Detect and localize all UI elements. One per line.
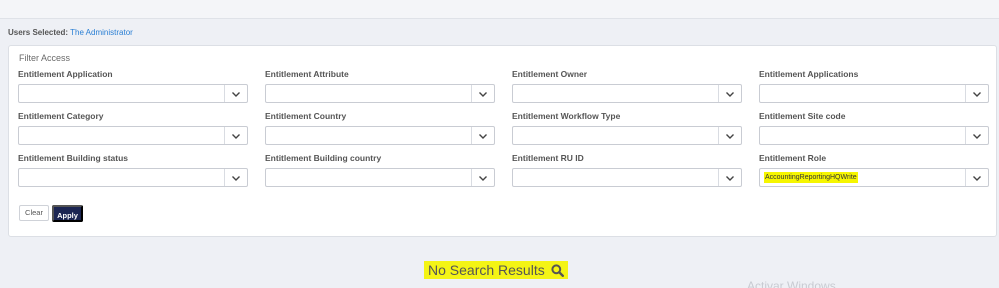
- field-entitlement-role: Entitlement Role AccountingReportingHQWr…: [759, 152, 989, 187]
- field-entitlement-site-code: Entitlement Site code: [759, 110, 989, 145]
- field-entitlement-category: Entitlement Category: [18, 110, 248, 145]
- chevron-down-icon[interactable]: [230, 88, 242, 100]
- field-label: Entitlement Owner: [512, 69, 588, 79]
- chevron-down-icon[interactable]: [724, 130, 736, 142]
- field-label: Entitlement Role: [759, 153, 827, 163]
- panel-title: Filter Access: [19, 53, 71, 63]
- no-results-text: No Search Results: [428, 262, 545, 278]
- field-label: Entitlement Applications: [759, 69, 859, 79]
- entitlement-owner-select[interactable]: [512, 84, 742, 103]
- select-divider: [965, 169, 966, 186]
- select-divider: [224, 169, 225, 186]
- chevron-down-icon[interactable]: [477, 130, 489, 142]
- field-label: Entitlement Category: [18, 111, 104, 121]
- entitlement-workflow-type-select[interactable]: [512, 126, 742, 145]
- users-selected-value[interactable]: The Administrator: [70, 28, 133, 37]
- field-label: Entitlement Site code: [759, 111, 846, 121]
- clear-button[interactable]: Clear: [19, 205, 49, 221]
- select-divider: [224, 127, 225, 144]
- filter-access-panel: Filter Access Entitlement Application En…: [8, 45, 997, 237]
- select-divider: [718, 127, 719, 144]
- entitlement-application-select[interactable]: [18, 84, 248, 103]
- entitlement-building-status-select[interactable]: [18, 168, 248, 187]
- no-search-results: No Search Results: [424, 261, 568, 279]
- chevron-down-icon[interactable]: [724, 172, 736, 184]
- chevron-down-icon[interactable]: [971, 172, 983, 184]
- chevron-down-icon[interactable]: [477, 172, 489, 184]
- entitlement-country-select[interactable]: [265, 126, 495, 145]
- apply-button[interactable]: Apply: [52, 205, 83, 222]
- field-entitlement-building-status: Entitlement Building status: [18, 152, 248, 187]
- chevron-down-icon[interactable]: [230, 172, 242, 184]
- select-value: AccountingReportingHQWrite: [764, 172, 858, 183]
- select-divider: [471, 127, 472, 144]
- users-selected-label: Users Selected:: [8, 28, 69, 37]
- entitlement-ru-id-select[interactable]: [512, 168, 742, 187]
- entitlement-building-country-select[interactable]: [265, 168, 495, 187]
- chevron-down-icon[interactable]: [230, 130, 242, 142]
- field-label: Entitlement Building status: [18, 153, 129, 163]
- select-divider: [718, 169, 719, 186]
- chevron-down-icon[interactable]: [971, 88, 983, 100]
- field-entitlement-applications: Entitlement Applications: [759, 68, 989, 103]
- entitlement-attribute-select[interactable]: [265, 84, 495, 103]
- field-label: Entitlement Attribute: [265, 69, 349, 79]
- field-entitlement-workflow-type: Entitlement Workflow Type: [512, 110, 742, 145]
- field-entitlement-building-country: Entitlement Building country: [265, 152, 495, 187]
- activate-windows-watermark: Activar Windows: [747, 279, 836, 288]
- field-label: Entitlement Country: [265, 111, 347, 121]
- field-label: Entitlement Workflow Type: [512, 111, 621, 121]
- top-bar: [0, 0, 999, 19]
- entitlement-site-code-select[interactable]: [759, 126, 989, 145]
- entitlement-role-select[interactable]: AccountingReportingHQWrite: [759, 168, 989, 187]
- field-label: Entitlement RU ID: [512, 153, 584, 163]
- chevron-down-icon[interactable]: [971, 130, 983, 142]
- entitlement-applications-select[interactable]: [759, 84, 989, 103]
- users-selected: Users Selected: The Administrator: [8, 28, 133, 37]
- field-label: Entitlement Application: [18, 69, 113, 79]
- field-entitlement-owner: Entitlement Owner: [512, 68, 742, 103]
- select-divider: [224, 85, 225, 102]
- field-entitlement-country: Entitlement Country: [265, 110, 495, 145]
- search-icon: [551, 264, 564, 278]
- field-entitlement-application: Entitlement Application: [18, 68, 248, 103]
- select-divider: [471, 169, 472, 186]
- field-entitlement-attribute: Entitlement Attribute: [265, 68, 495, 103]
- select-divider: [718, 85, 719, 102]
- field-entitlement-ru-id: Entitlement RU ID: [512, 152, 742, 187]
- chevron-down-icon[interactable]: [477, 88, 489, 100]
- chevron-down-icon[interactable]: [724, 88, 736, 100]
- select-divider: [965, 85, 966, 102]
- entitlement-category-select[interactable]: [18, 126, 248, 145]
- select-divider: [471, 85, 472, 102]
- select-divider: [965, 127, 966, 144]
- field-label: Entitlement Building country: [265, 153, 382, 163]
